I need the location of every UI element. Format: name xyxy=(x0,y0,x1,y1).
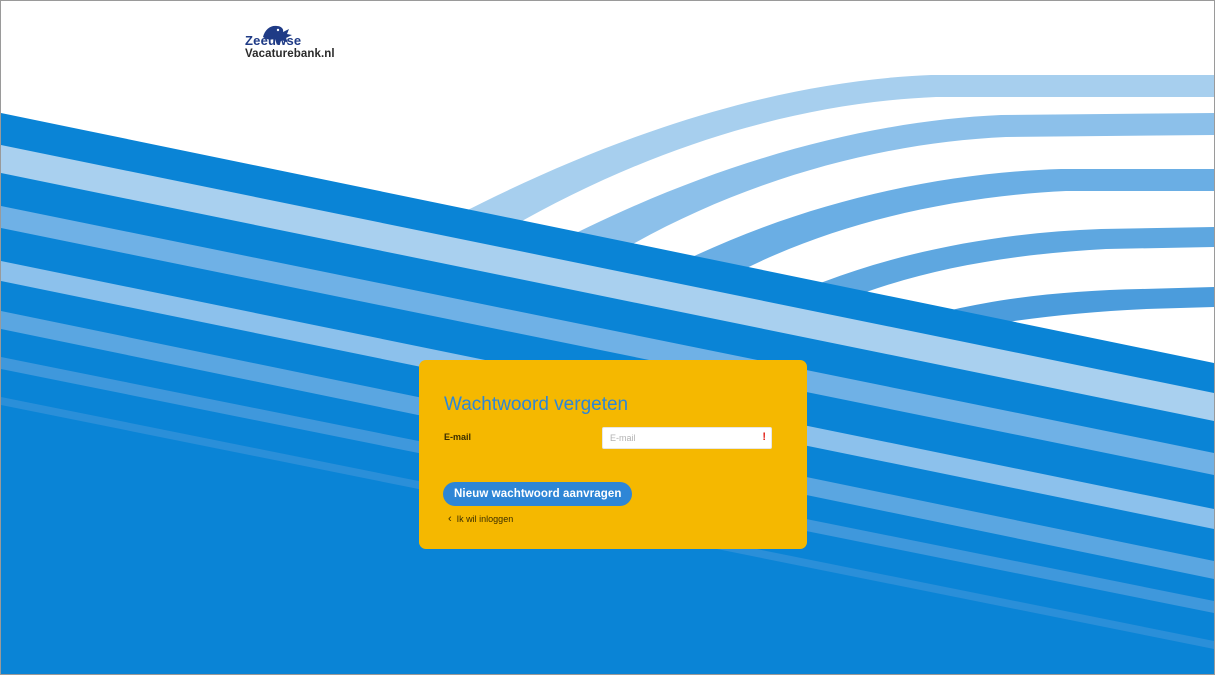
email-field-wrapper: ! xyxy=(602,427,772,449)
page-title: Wachtwoord vergeten xyxy=(444,394,629,415)
login-link[interactable]: ‹ Ik wil inloggen xyxy=(448,512,514,525)
chevron-left-icon: ‹ xyxy=(448,512,452,525)
site-logo[interactable]: Zeeuwse Vacaturebank.nl xyxy=(245,23,355,67)
required-warning-icon: ! xyxy=(762,431,766,443)
page-frame: Zeeuwse Vacaturebank.nl Wachtwoord verge… xyxy=(0,0,1215,675)
logo-text-line1: Zeeuwse xyxy=(245,33,302,48)
email-label: E-mail xyxy=(444,432,472,442)
background-waves xyxy=(1,75,1214,674)
email-field[interactable] xyxy=(602,427,772,449)
forgot-password-card: Wachtwoord vergeten E-mail ! Nieuw wacht… xyxy=(419,360,807,549)
request-new-password-button[interactable]: Nieuw wachtwoord aanvragen xyxy=(443,482,633,506)
logo-text-line2: Vacaturebank.nl xyxy=(245,48,335,60)
login-link-label: Ik wil inloggen xyxy=(456,514,514,524)
